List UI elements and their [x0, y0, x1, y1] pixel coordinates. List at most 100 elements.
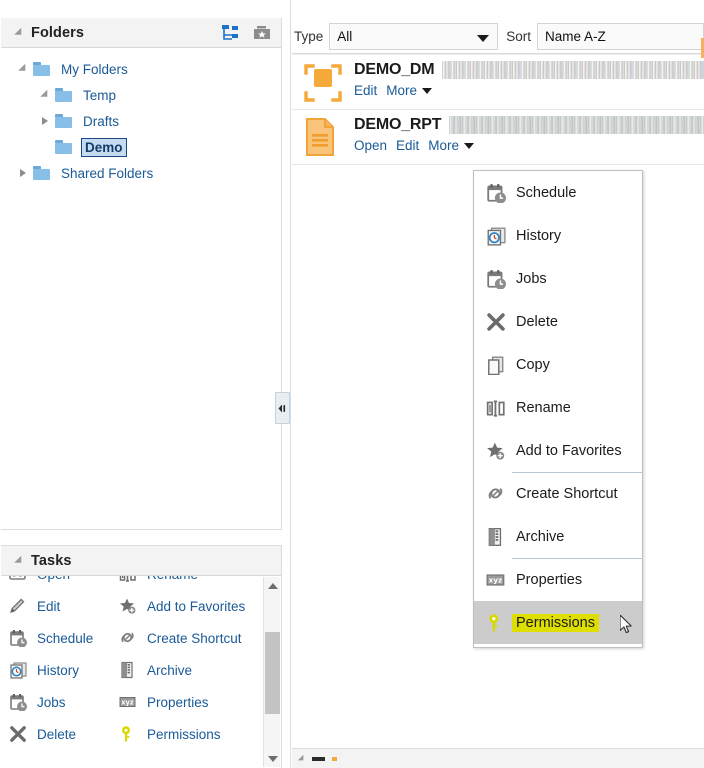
menu-item-history[interactable]: History: [474, 214, 642, 257]
triangle-right-icon[interactable]: [37, 113, 53, 129]
triangle-down-icon[interactable]: [9, 27, 29, 38]
more-link-label: More: [386, 83, 418, 98]
collapse-left-handle-icon[interactable]: [275, 392, 290, 424]
open-link-label: Open: [354, 138, 388, 153]
panel-splitter[interactable]: [283, 0, 291, 768]
task-item[interactable]: Delete: [9, 718, 119, 750]
scroll-up-arrow-icon[interactable]: [264, 577, 281, 594]
task-item-label: Create Shortcut: [147, 630, 242, 646]
task-item-label: Archive: [147, 662, 193, 678]
list-item-title-line: DEMO_RPT: [354, 116, 704, 134]
menu-item-archive[interactable]: Archive: [474, 515, 642, 558]
folders-panel-header[interactable]: Folders: [1, 18, 281, 48]
link-icon: [480, 483, 512, 505]
folder-icon: [55, 113, 75, 129]
bottom-panel-header-partial: [292, 749, 704, 768]
task-item-label: Permissions: [147, 726, 221, 742]
list-item-row[interactable]: DEMO_DM Edit More: [292, 55, 704, 110]
chevron-down-icon[interactable]: [464, 142, 475, 149]
menu-item-copy[interactable]: Copy: [474, 343, 642, 386]
triangle-down-icon[interactable]: [37, 87, 53, 103]
more-link[interactable]: More: [386, 83, 433, 98]
task-item[interactable]: Create Shortcut: [119, 622, 267, 654]
key-icon: [486, 613, 506, 633]
folder-tree-item[interactable]: My Folders: [1, 56, 281, 82]
open-icon: [9, 576, 31, 583]
calendar-clock-icon: [9, 629, 31, 647]
key-icon: [480, 612, 512, 634]
tasks-panel-header[interactable]: Tasks: [1, 546, 281, 576]
bottom-panel-peek[interactable]: [292, 748, 704, 768]
edit-link[interactable]: Edit: [396, 138, 419, 153]
edit-link[interactable]: Edit: [354, 83, 377, 98]
more-link-label: More: [428, 138, 460, 153]
star-plus-icon: [486, 441, 506, 461]
task-item-label: Jobs: [37, 694, 66, 710]
triangle-right-icon[interactable]: [15, 165, 31, 181]
panel-badge-partial: [332, 757, 337, 761]
menu-item-label: Permissions: [512, 613, 599, 632]
xyz-properties-icon: xyz: [119, 693, 137, 711]
calendar-clock-icon: [480, 182, 512, 204]
task-item[interactable]: Add to Favorites: [119, 590, 267, 622]
task-item[interactable]: Jobs: [9, 686, 119, 718]
folder-tree: My Folders Temp Drafts Demo Shared Folders: [1, 48, 281, 186]
menu-item-delete[interactable]: Delete: [474, 300, 642, 343]
list-item-row[interactable]: DEMO_RPT Open Edit More: [292, 110, 704, 165]
tasks-scrollbar[interactable]: [263, 577, 280, 767]
sort-select[interactable]: Name A-Z: [536, 23, 704, 50]
task-item-label: Properties: [147, 694, 209, 710]
task-item[interactable]: History: [9, 654, 119, 686]
menu-item-add-to-favorites[interactable]: Add to Favorites: [474, 429, 642, 472]
list-item-actions: Open Edit More: [354, 138, 704, 153]
folder-tree-item-label: Shared Folders: [61, 165, 154, 181]
tree-view-icon[interactable]: [219, 23, 241, 43]
list-item-body: DEMO_RPT Open Edit More: [354, 110, 704, 153]
task-item[interactable]: Edit: [9, 590, 119, 622]
task-item[interactable]: xyz Properties: [119, 686, 267, 718]
folder-tree-item-label: Demo: [81, 137, 127, 157]
folder-tree-item[interactable]: Demo: [1, 134, 281, 160]
folder-tree-item[interactable]: Drafts: [1, 108, 281, 134]
menu-item-rename[interactable]: Rename: [474, 386, 642, 429]
calendar-clock-icon: [9, 629, 27, 647]
more-link[interactable]: More: [428, 138, 475, 153]
task-item[interactable]: Open: [9, 576, 119, 590]
folder-icon: [33, 61, 53, 77]
task-item[interactable]: Schedule: [9, 622, 119, 654]
link-icon: [119, 629, 137, 647]
left-column: Folders My Folders Temp Drafts Demo Shar…: [0, 0, 283, 768]
folder-tree-item[interactable]: Temp: [1, 82, 281, 108]
calendar-clock-icon: [9, 693, 31, 711]
menu-item-label: Schedule: [516, 184, 577, 201]
open-link[interactable]: Open: [354, 138, 387, 153]
task-item-label: Schedule: [37, 630, 94, 646]
task-item[interactable]: Archive: [119, 654, 267, 686]
list-item-actions: Edit More: [354, 83, 704, 98]
task-item[interactable]: Permissions: [119, 718, 267, 750]
favorites-folder-icon[interactable]: [251, 23, 273, 43]
scrollbar-thumb[interactable]: [265, 632, 280, 714]
link-icon: [486, 484, 506, 504]
task-item[interactable]: Rename: [119, 576, 267, 590]
folder-tree-item[interactable]: Shared Folders: [1, 160, 281, 186]
scroll-down-arrow-icon[interactable]: [264, 750, 281, 767]
task-item-label: Rename: [147, 576, 198, 582]
menu-item-jobs[interactable]: Jobs: [474, 257, 642, 300]
menu-item-permissions[interactable]: Permissions: [474, 601, 642, 644]
type-filter-label: Type: [294, 29, 324, 44]
chevron-down-icon[interactable]: [477, 34, 490, 42]
calendar-clock-icon: [486, 183, 506, 203]
type-filter-select[interactable]: All: [329, 23, 499, 50]
triangle-down-icon[interactable]: [9, 555, 29, 566]
menu-item-create-shortcut[interactable]: Create Shortcut: [474, 472, 642, 515]
menu-item-label: Properties: [516, 572, 583, 588]
history-clock-icon: [9, 661, 31, 679]
chevron-down-icon[interactable]: [422, 87, 433, 94]
triangle-down-icon[interactable]: [15, 61, 31, 77]
menu-item-label: Archive: [516, 528, 565, 545]
menu-item-label: Copy: [516, 356, 550, 373]
panel-title-partial: [312, 757, 325, 761]
menu-item-properties[interactable]: xyz Properties: [474, 558, 642, 601]
menu-item-schedule[interactable]: Schedule: [474, 171, 642, 214]
